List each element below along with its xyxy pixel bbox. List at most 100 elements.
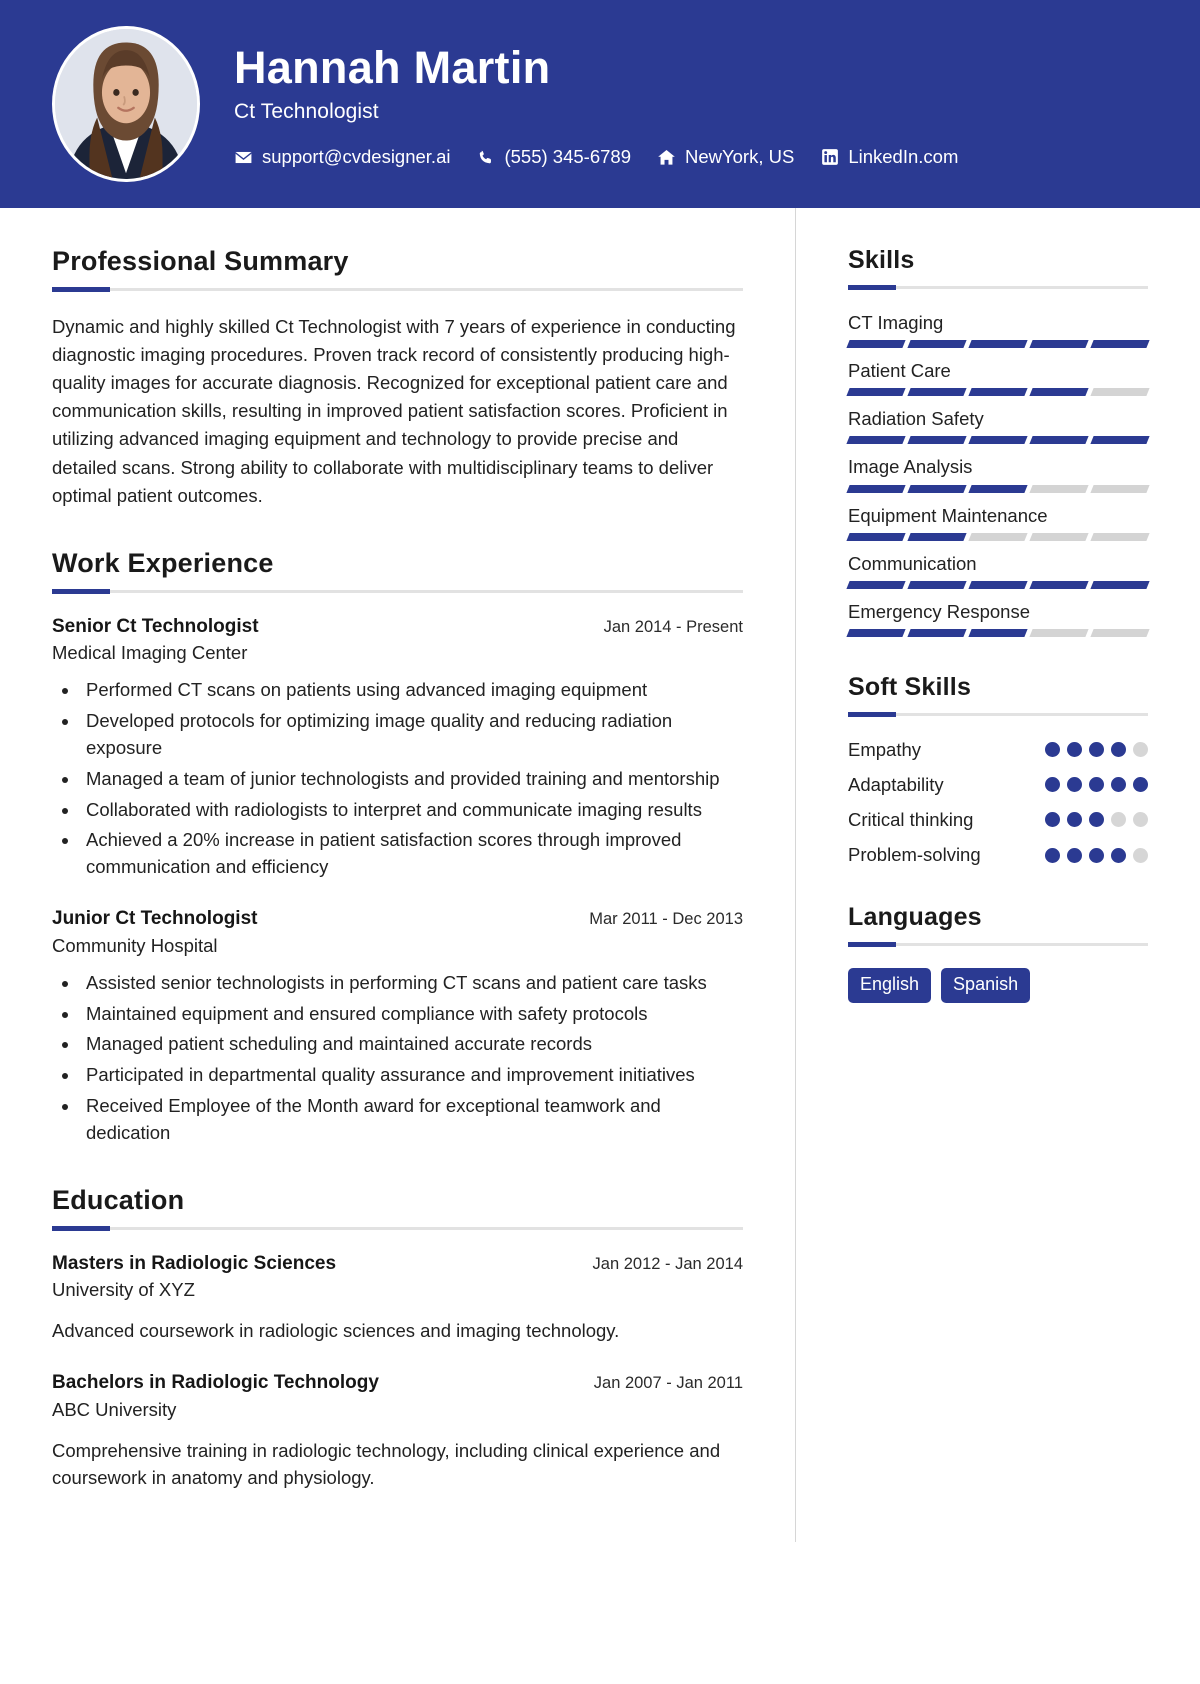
skill-segment <box>968 340 1028 349</box>
skill-segment <box>1090 628 1150 637</box>
rating-dot <box>1067 812 1082 828</box>
soft-skill-row: Empathy <box>848 738 1148 762</box>
phone-icon <box>476 148 495 167</box>
education-entry-organization: University of XYZ <box>52 1279 195 1301</box>
soft-skill-rating <box>1045 742 1148 758</box>
contact-location[interactable]: NewYork, US <box>657 146 794 168</box>
envelope-icon <box>234 148 253 167</box>
skill-segment <box>907 340 967 349</box>
experience-heading: Work Experience <box>52 547 274 578</box>
education-entry-description: Comprehensive training in radiologic tec… <box>52 1439 721 1489</box>
skill-row: Image Analysis <box>846 455 1150 493</box>
skill-segment <box>968 484 1028 493</box>
skill-segment <box>1029 532 1089 541</box>
contact-email-label: support@cvdesigner.ai <box>262 146 451 168</box>
education-entry-description: Advanced coursework in radiologic scienc… <box>52 1320 620 1342</box>
skill-segment <box>846 532 906 541</box>
experience-bullet-list: Performed CT scans on patients using adv… <box>52 677 743 881</box>
experience-bullet: Achieved a 20% increase in patient satis… <box>80 827 743 881</box>
experience-bullet: Maintained equipment and ensured complia… <box>80 1001 743 1028</box>
rating-dot <box>1089 847 1104 863</box>
skill-level-bar <box>846 628 1150 637</box>
experience-bullet: Assisted senior technologists in perform… <box>80 970 743 997</box>
rating-dot <box>1089 777 1104 793</box>
skill-segment <box>1090 388 1150 397</box>
rating-dot <box>1045 742 1060 758</box>
education-entry-organization: ABC University <box>52 1398 177 1420</box>
candidate-name: Hannah Martin <box>234 41 551 93</box>
rating-dot <box>1067 777 1082 793</box>
rating-dot <box>1045 812 1060 828</box>
section-education: Education Masters in Radiologic Sciences… <box>52 1185 743 1493</box>
contact-linkedin[interactable]: LinkedIn.com <box>820 146 958 168</box>
skill-segment <box>907 436 967 445</box>
languages-list: English Spanish <box>848 968 1148 1003</box>
skill-row: Equipment Maintenance <box>846 504 1150 541</box>
soft-skill-row: Critical thinking <box>848 808 1148 832</box>
education-entry-date: Jan 2012 - Jan 2014 <box>592 1254 743 1273</box>
skill-segment <box>846 388 906 397</box>
skill-segment <box>1090 340 1150 349</box>
profile-photo-icon <box>55 29 197 179</box>
experience-rule <box>52 588 743 594</box>
soft-skill-rating <box>1045 777 1148 793</box>
experience-bullet: Participated in departmental quality ass… <box>80 1062 743 1089</box>
experience-bullet: Managed a team of junior technologists a… <box>80 766 743 793</box>
skill-row: Patient Care <box>846 359 1150 397</box>
contact-linkedin-label: LinkedIn.com <box>848 146 959 168</box>
experience-entry-date: Mar 2011 - Dec 2013 <box>589 910 743 929</box>
soft-skill-rating <box>1045 847 1148 863</box>
skill-segment <box>1029 580 1089 589</box>
education-entry-date: Jan 2007 - Jan 2011 <box>593 1374 743 1393</box>
experience-entry: Senior Ct Technologist Jan 2014 - Present… <box>52 615 743 881</box>
linkedin-icon <box>820 148 839 167</box>
contact-list: support@cvdesigner.ai (555) 345-6789 New… <box>234 146 1160 168</box>
skill-row: Radiation Safety <box>846 407 1150 445</box>
home-icon <box>657 148 676 167</box>
skill-segment <box>968 628 1028 637</box>
rating-dot <box>1133 812 1148 828</box>
rating-dot <box>1089 812 1104 828</box>
skill-segment <box>846 436 906 445</box>
experience-bullet: Performed CT scans on patients using adv… <box>80 677 743 704</box>
soft-skills-list: Empathy Adaptability Critical thinking Prob… <box>848 738 1148 867</box>
skill-level-bar <box>846 484 1150 493</box>
experience-bullet: Received Employee of the Month award for… <box>80 1093 743 1147</box>
experience-entry-title: Senior Ct Technologist <box>52 615 259 637</box>
summary-text: Dynamic and highly skilled Ct Technologi… <box>52 316 736 506</box>
skill-segment <box>1029 436 1089 445</box>
rating-dot <box>1111 847 1126 863</box>
experience-entry-head: Junior Ct Technologist Mar 2011 - Dec 201… <box>52 907 743 932</box>
education-list: Masters in Radiologic Sciences Jan 2012 -… <box>52 1252 743 1493</box>
skill-segment <box>907 532 967 541</box>
experience-entry-head: Senior Ct Technologist Jan 2014 - Present <box>52 615 743 640</box>
skill-name: CT Imaging <box>848 312 944 333</box>
contact-email[interactable]: support@cvdesigner.ai <box>234 146 450 168</box>
soft-skill-rating <box>1045 812 1148 828</box>
avatar <box>52 26 200 182</box>
section-skills: Skills CT Imaging Patient Care Radiation S… <box>846 246 1150 637</box>
skill-segment <box>907 580 967 589</box>
skill-name: Patient Care <box>848 360 951 382</box>
section-soft-skills: Soft Skills Empathy Adaptability Critical … <box>848 673 1148 867</box>
experience-bullet: Developed protocols for optimizing image… <box>80 708 743 762</box>
skill-name: Radiation Safety <box>848 408 984 430</box>
soft-skills-rule <box>848 711 1148 717</box>
skill-row: Communication <box>846 552 1150 589</box>
rating-dot <box>1067 847 1082 863</box>
rating-dot <box>1089 742 1104 758</box>
skill-level-bar <box>846 532 1150 541</box>
sidebar-column: Skills CT Imaging Patient Care Radiation S… <box>795 208 1200 1543</box>
main-column: Professional Summary Dynamic and highly … <box>0 208 795 1542</box>
languages-heading: Languages <box>848 903 982 932</box>
experience-list: Senior Ct Technologist Jan 2014 - Present… <box>52 615 743 1147</box>
skills-list: CT Imaging Patient Care Radiation Safety Im… <box>846 311 1150 637</box>
skill-segment <box>968 388 1028 397</box>
skills-rule <box>848 285 1148 290</box>
skill-name: Emergency Response <box>848 600 1031 622</box>
soft-skill-row: Adaptability <box>848 773 1148 797</box>
rating-dot <box>1133 847 1148 863</box>
skill-segment <box>968 580 1028 589</box>
skill-segment <box>907 484 967 493</box>
contact-phone[interactable]: (555) 345-6789 <box>476 146 631 168</box>
